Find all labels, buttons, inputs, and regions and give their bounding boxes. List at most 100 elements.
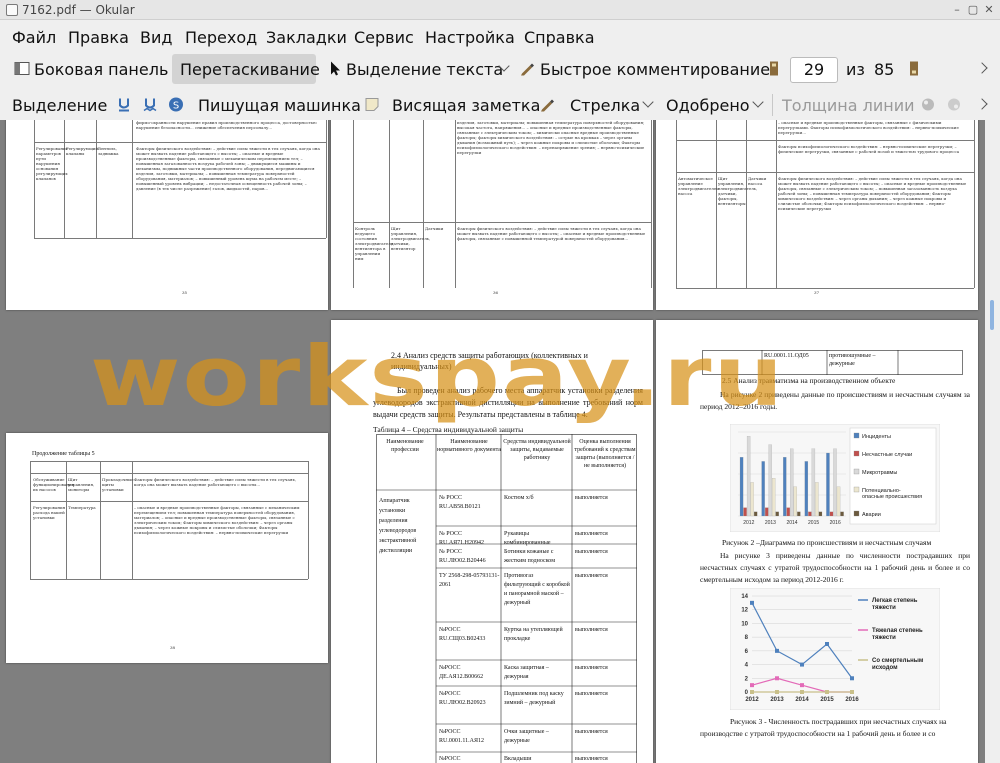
- figure-3-caption: Рисунок 3 - Численность пострадавших при…: [700, 717, 947, 738]
- legend-swatch: [853, 486, 860, 493]
- typewriter-tool-button[interactable]: Пишущая машинка: [198, 96, 361, 115]
- minimize-icon[interactable]: –: [950, 3, 964, 17]
- sidebar-icon: [14, 62, 30, 75]
- x-tick-label: 2014: [795, 697, 809, 703]
- legend-swatch: [853, 450, 860, 457]
- section-paragraph: На рисунке 3 приведены данные по численн…: [700, 551, 970, 584]
- table-header-profession: Наименование профессии: [386, 439, 424, 453]
- bar: [804, 461, 809, 517]
- toolbar2-overflow-icon[interactable]: [976, 98, 988, 110]
- bar: [833, 448, 837, 517]
- table-cell: выполняется: [575, 549, 608, 555]
- stamp-tool-button[interactable]: Одобрено: [666, 96, 750, 115]
- bar: [743, 507, 747, 517]
- quick-annotations-button[interactable]: Быстрое комментирование: [540, 60, 770, 79]
- bar: [793, 486, 797, 517]
- sticky-note-tool-button[interactable]: Висящая заметка: [392, 96, 540, 115]
- svg-text:S: S: [173, 101, 179, 112]
- table-cell: выполняется: [575, 531, 608, 537]
- menu-view[interactable]: Вид: [140, 28, 172, 47]
- menu-bookmarks[interactable]: Закладки: [266, 28, 347, 47]
- opacity-icon: [948, 98, 960, 111]
- x-tick-label: 2013: [765, 520, 776, 526]
- document-viewport[interactable]: фирмо-охранности нарушение правил произв…: [0, 120, 985, 763]
- close-icon[interactable]: ✕: [982, 3, 996, 17]
- vertical-scrollbar[interactable]: [985, 120, 1000, 763]
- bar: [808, 511, 812, 517]
- sidebar-toggle-button[interactable]: Боковая панель: [34, 60, 168, 79]
- note-icon: [365, 98, 379, 111]
- page-number-input[interactable]: 29: [790, 57, 838, 83]
- page-total-label: 85: [874, 60, 895, 79]
- legend-label: Инциденты: [862, 434, 891, 440]
- cursor-icon: [331, 61, 340, 76]
- text-selection-button[interactable]: Выделение текста: [346, 60, 503, 79]
- bar: [775, 511, 779, 517]
- data-point: [800, 683, 804, 688]
- bar: [836, 486, 841, 517]
- table-cell: выполняется: [575, 729, 608, 735]
- bar: [818, 511, 823, 517]
- table-cell: Подшлемник под каску зимний – дежурный: [504, 691, 564, 706]
- legend-label: Аварии: [862, 512, 881, 518]
- data-point: [825, 690, 829, 694]
- table-cell: Вкладыши: [504, 756, 532, 762]
- menu-edit[interactable]: Правка: [68, 28, 129, 47]
- bar: [753, 511, 758, 517]
- title-bar: 7162.pdf — Okular – ▢ ✕: [0, 0, 1000, 20]
- continuation-header: Продолжение таблицы 5: [32, 451, 95, 457]
- x-tick-label: 2014: [786, 520, 797, 526]
- x-tick-label: 2015: [820, 697, 834, 703]
- bar: [829, 511, 834, 517]
- bar: [815, 482, 819, 517]
- bar: [746, 436, 751, 517]
- x-tick-label: 2016: [830, 520, 841, 526]
- table-cell-profession: Аппаратчик установки разделения углеводо…: [379, 498, 417, 554]
- data-point: [775, 648, 779, 653]
- menu-settings[interactable]: Настройка: [425, 28, 515, 47]
- menu-tools[interactable]: Сервис: [354, 28, 414, 47]
- table-cell: №РОСС RU.СЩ03.В02433: [439, 627, 486, 642]
- table-cell: выполняется: [575, 665, 608, 671]
- table-cell: №РОСС: [439, 756, 461, 762]
- data-point: [800, 690, 804, 694]
- table-cell: №РОСС RU.ЛЮ02.В20923: [439, 691, 486, 706]
- previous-page-icon[interactable]: [766, 60, 782, 77]
- highlight-tool-button[interactable]: Выделение: [12, 96, 107, 115]
- squiggly-icon[interactable]: [142, 96, 158, 113]
- stamp-dropdown-icon[interactable]: [752, 96, 764, 108]
- next-page-icon[interactable]: [906, 60, 922, 77]
- scrollbar-thumb[interactable]: [990, 300, 994, 330]
- x-tick-label: 2012: [743, 520, 754, 526]
- table-cell: №РОСС RU.0001.11.АЯ12: [439, 729, 484, 744]
- legend-box: [849, 427, 937, 525]
- menu-help[interactable]: Справка: [524, 28, 595, 47]
- arrow-tool-button[interactable]: Стрелка: [570, 96, 640, 115]
- toolbar-overflow-icon[interactable]: [976, 62, 988, 74]
- x-tick-label: 2013: [770, 697, 784, 703]
- bar: [840, 511, 844, 517]
- data-point: [800, 662, 804, 667]
- figure-2-caption: Рисунок 2 –Диаграмма по происшествиям и …: [722, 538, 932, 547]
- table-cell: Каска защитная – дежурная: [504, 665, 549, 680]
- line-width-button: Толщина линии: [782, 96, 915, 115]
- maximize-icon[interactable]: ▢: [966, 3, 980, 17]
- menu-file[interactable]: Файл: [12, 28, 56, 47]
- legend-label: Несчастные случаи: [862, 452, 912, 458]
- strikeout-icon[interactable]: S: [168, 96, 184, 113]
- underline-icon[interactable]: [116, 96, 132, 113]
- legend-label: Микротравмы: [862, 470, 897, 476]
- x-tick-label: 2012: [745, 697, 759, 703]
- page-thumbnail-28: фирмо-охранности нарушение правил произв…: [6, 120, 328, 310]
- bar: [750, 482, 754, 517]
- page-thumbnail-30: – опасные и вредные производственные фак…: [656, 120, 978, 310]
- menu-bar: Файл Правка Вид Переход Закладки Сервис …: [0, 22, 1000, 52]
- bar: [811, 448, 816, 517]
- data-point: [750, 600, 754, 605]
- table-header-assessment: Оценка выполнения требований к средствам…: [574, 439, 636, 469]
- browse-tool-button[interactable]: Перетаскивание: [180, 60, 320, 79]
- bar: [786, 507, 790, 517]
- arrow-dropdown-icon[interactable]: [642, 96, 654, 108]
- data-point: [850, 676, 854, 681]
- menu-go[interactable]: Переход: [185, 28, 257, 47]
